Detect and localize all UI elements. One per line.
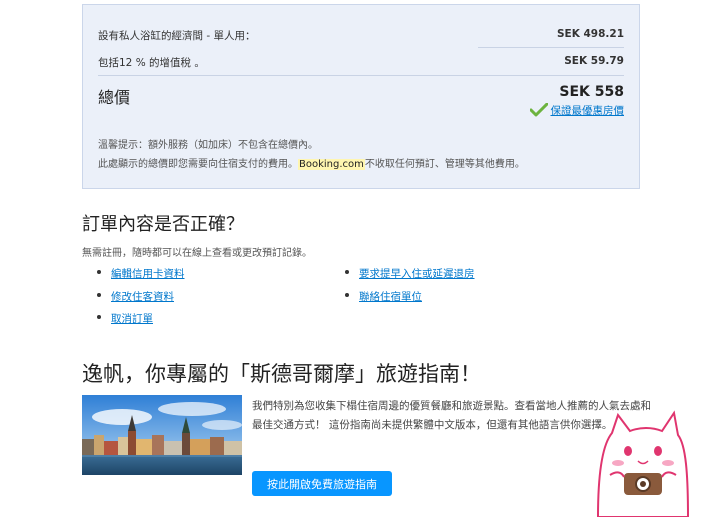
list-item: 修改住客資料	[97, 289, 174, 304]
brand-name: Booking.com	[298, 159, 365, 170]
price-note: 此處顯示的總價即您需要向住宿支付的費用。Booking.com不收取任何預訂、管…	[98, 155, 525, 170]
room-price-label: 設有私人浴缸的經濟間 - 單人用：	[98, 30, 256, 42]
checkmark-icon	[529, 103, 548, 117]
price-summary-box: 設有私人浴缸的經濟間 - 單人用： SEK 498.21 包括12 % 的增值稅…	[82, 4, 640, 189]
confirm-section-title: 訂單內容是否正確？	[82, 214, 244, 235]
total-value: SEK 558	[559, 84, 624, 100]
edit-guest-details-link[interactable]: 修改住客資料	[111, 291, 174, 303]
confirm-section-subtitle: 無需註冊，隨時都可以在線上查看或更改預訂記錄。	[82, 248, 312, 259]
stockholm-photo	[82, 395, 242, 475]
divider	[98, 75, 624, 76]
open-travel-guide-button[interactable]: 按此開啟免費旅遊指南	[252, 471, 392, 496]
contact-property-link[interactable]: 聯絡住宿單位	[359, 291, 422, 303]
edit-credit-card-link[interactable]: 編輯信用卡資料	[111, 268, 185, 280]
price-note-text-end: 不收取任何預訂、管理等其他費用。	[364, 159, 525, 170]
bullet	[97, 270, 101, 274]
list-item: 要求提早入住或延遲退房	[345, 266, 475, 281]
total-label: 總價	[98, 88, 131, 107]
bullet	[345, 270, 349, 274]
room-price-value: SEK 498.21	[556, 28, 624, 40]
bullet	[97, 315, 101, 319]
vat-value: SEK 59.79	[564, 55, 624, 67]
travel-guide-title: 逸帆，你專屬的「斯德哥爾摩」旅遊指南！	[82, 362, 481, 386]
list-item: 取消訂單	[97, 311, 153, 326]
cancel-booking-link[interactable]: 取消訂單	[111, 313, 153, 325]
bullet	[345, 293, 349, 297]
bullet	[97, 293, 101, 297]
price-note-text: 此處顯示的總價即您需要向住宿支付的費用。	[98, 159, 298, 170]
list-item: 編輯信用卡資料	[97, 266, 185, 281]
best-price-guarantee: 保證最優惠房價	[529, 103, 625, 118]
early-checkin-late-checkout-link[interactable]: 要求提早入住或延遲退房	[359, 268, 475, 280]
extra-services-note: 溫馨提示：額外服務（如加床）不包含在總價內。	[98, 140, 318, 151]
cat-mascot-watermark	[590, 405, 718, 518]
list-item: 聯絡住宿單位	[345, 289, 422, 304]
vat-label: 包括12 % 的增值稅 。	[98, 57, 205, 69]
divider	[478, 47, 624, 48]
best-price-link[interactable]: 保證最優惠房價	[551, 105, 625, 117]
